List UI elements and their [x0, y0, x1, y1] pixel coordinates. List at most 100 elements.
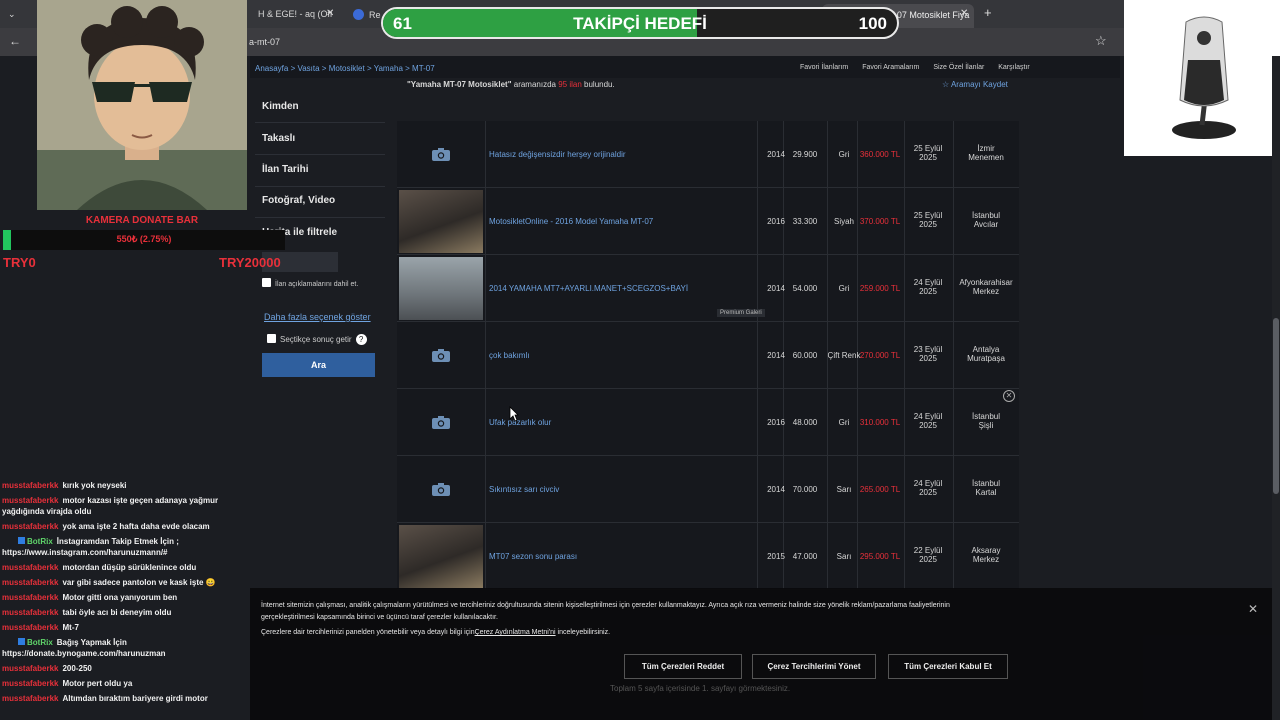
donate-max-label: TRY20000 — [219, 255, 281, 270]
tab-label: H & EGE! - aq (Offi — [258, 9, 332, 19]
breadcrumb-item[interactable]: Anasayfa — [255, 64, 288, 73]
listing-color: Gri — [838, 418, 850, 427]
chat-username[interactable]: musstafaberkk — [2, 522, 58, 531]
listing-row[interactable]: Ufak pazarlık olur 2016 48.000 Gri 310.000 T… — [397, 389, 1019, 456]
chat-username[interactable]: musstafaberkk — [2, 623, 58, 632]
chat-username[interactable]: musstafaberkk — [2, 608, 58, 617]
column-divider — [757, 121, 758, 187]
tab-music[interactable]: H & EGE! - aq (Offi — [250, 4, 332, 28]
listing-date: 24 Eylül 2025 — [913, 479, 943, 497]
listing-row[interactable]: MT07 sezon sonu parası 2015 47.000 Sarı 295.… — [397, 523, 1019, 590]
listing-photo[interactable] — [399, 190, 483, 253]
bot-badge-icon — [18, 537, 25, 544]
listing-title[interactable]: çok bakımlı — [489, 351, 529, 360]
special-listings-link[interactable]: Size Özel İlanlar — [933, 64, 984, 71]
save-search-label: Aramayı Kaydet — [950, 80, 1008, 89]
column-divider — [485, 121, 486, 187]
bookmark-star-icon[interactable]: ☆ — [1095, 33, 1107, 49]
chat-username[interactable]: BotRix — [27, 537, 53, 546]
include-description-checkbox[interactable]: İlan açıklamalarını dahil et. — [262, 278, 358, 288]
listing-price: 270.000 TL — [859, 351, 901, 360]
chat-username[interactable]: BotRix — [27, 638, 53, 647]
chat-username[interactable]: musstafaberkk — [2, 578, 58, 587]
scrollbar-thumb[interactable] — [1273, 318, 1279, 494]
listing-row[interactable]: 2014 YAMAHA MT7+AYARLI.MANET+SCEGZOS+BAY… — [397, 255, 1019, 322]
listing-title[interactable]: 2014 YAMAHA MT7+AYARLI.MANET+SCEGZOS+BAY… — [489, 284, 688, 293]
checkbox[interactable] — [267, 334, 276, 343]
close-icon[interactable]: ✕ — [326, 8, 334, 19]
listing-price: 265.000 TL — [859, 485, 901, 494]
camera-icon — [432, 416, 450, 429]
reject-cookies-button[interactable]: Tüm Çerezleri Reddet — [624, 654, 742, 679]
breadcrumb-item[interactable]: Motosiklet — [329, 64, 365, 73]
plus-icon[interactable]: + — [984, 5, 992, 20]
camera-donate-label: KAMERA DONATE BAR — [85, 215, 199, 226]
cookie-text-suffix: inceleyebilirsiniz. — [555, 629, 611, 636]
close-icon[interactable]: ✕ — [1248, 602, 1258, 616]
listing-photo[interactable] — [399, 525, 483, 588]
manage-cookies-button[interactable]: Çerez Tercihlerimi Yönet — [752, 654, 876, 679]
back-arrow-icon[interactable]: ← — [9, 34, 21, 48]
listing-photo[interactable] — [399, 257, 483, 320]
filter-photo-video[interactable]: Fotoğraf, Video — [262, 195, 335, 206]
select-results-checkbox[interactable]: Seçtikçe sonuç getir? — [267, 334, 367, 345]
listing-location: Afyonkarahisar Merkez — [959, 278, 1013, 296]
donate-progress-bar: 550₺ (2.75%) — [3, 230, 285, 250]
chat-username[interactable]: musstafaberkk — [2, 496, 58, 505]
listing-row[interactable]: çok bakımlı 2014 60.000 Çift Renk 270.000 TL… — [397, 322, 1019, 389]
favorite-searches-link[interactable]: Favori Aramalarım — [862, 64, 919, 71]
chat-text: var gibi sadece pantolon ve kask işte 😀 — [62, 578, 216, 587]
close-icon[interactable]: ✕ — [960, 8, 968, 19]
save-search-button[interactable]: ☆ Aramayı Kaydet — [942, 80, 1008, 89]
camera-icon — [432, 483, 450, 496]
breadcrumb-item[interactable]: Vasıta — [297, 64, 319, 73]
checkbox[interactable] — [262, 278, 271, 287]
chat-username[interactable]: musstafaberkk — [2, 563, 58, 572]
tab-search-dropdown[interactable]: ⌄ — [0, 4, 28, 28]
cookie-banner: İnternet sitemizin çalışması, analitik ç… — [250, 588, 1272, 720]
star-icon: ☆ — [942, 80, 951, 89]
breadcrumb-item[interactable]: Yamaha — [374, 64, 403, 73]
compare-link[interactable]: Karşılaştır — [998, 64, 1030, 71]
divider — [255, 217, 385, 218]
filter-date[interactable]: İlan Tarihi — [262, 164, 309, 175]
search-button[interactable]: Ara — [262, 353, 375, 377]
more-options-link[interactable]: Daha fazla seçenek göster — [264, 312, 371, 322]
listing-date: 25 Eylül 2025 — [913, 144, 943, 162]
tab-resto[interactable]: Resto — [345, 4, 381, 28]
listing-row[interactable]: Hatasız değişensizdir herşey orijinaldir… — [397, 121, 1019, 188]
listing-title[interactable]: Ufak pazarlık olur — [489, 418, 551, 427]
filter-seller[interactable]: Kimden — [262, 101, 299, 112]
chat-message: musstafaberkk yok ama işte 2 hafta daha e… — [0, 519, 250, 534]
close-circle-icon[interactable]: ✕ — [1003, 390, 1015, 402]
chat-username[interactable]: musstafaberkk — [2, 664, 58, 673]
chat-username[interactable]: musstafaberkk — [2, 679, 58, 688]
listing-location: İzmir Menemen — [968, 144, 1004, 162]
listing-color: Gri — [838, 150, 850, 159]
accept-cookies-button[interactable]: Tüm Çerezleri Kabul Et — [888, 654, 1008, 679]
chat-username[interactable]: musstafaberkk — [2, 694, 58, 703]
favorite-listings-link[interactable]: Favori İlanlarım — [800, 64, 848, 71]
chat-username[interactable]: musstafaberkk — [2, 481, 58, 490]
listing-title[interactable]: Sıkıntısız sarı civciv — [489, 485, 559, 494]
page-scrollbar[interactable] — [1272, 56, 1280, 720]
chat-text: Mt-7 — [62, 623, 79, 632]
tab-favicon — [353, 9, 364, 20]
filter-exchange[interactable]: Takaslı — [262, 133, 295, 144]
breadcrumb-item[interactable]: MT-07 — [412, 64, 435, 73]
column-divider — [485, 255, 486, 321]
listing-price: 370.000 TL — [859, 217, 901, 226]
listing-title[interactable]: Hatasız değişensizdir herşey orijinaldir — [489, 150, 626, 159]
cookie-policy-link[interactable]: Çerez Aydınlatma Metni'ni — [475, 629, 556, 636]
listing-title[interactable]: MotosikletOnline - 2016 Model Yamaha MT-… — [489, 217, 653, 226]
listing-title[interactable]: MT07 sezon sonu parası — [489, 552, 577, 561]
listing-km: 33.300 — [792, 217, 818, 226]
column-divider — [757, 456, 758, 522]
column-divider — [485, 322, 486, 388]
chat-username[interactable]: musstafaberkk — [2, 593, 58, 602]
listing-row[interactable]: Sıkıntısız sarı civciv 2014 70.000 Sarı 265.… — [397, 456, 1019, 523]
chat-message: musstafaberkk motor kazası işte geçen ada… — [0, 493, 250, 519]
listing-row[interactable]: MotosikletOnline - 2016 Model Yamaha MT-… — [397, 188, 1019, 255]
help-icon[interactable]: ? — [355, 334, 367, 345]
divider — [255, 154, 385, 155]
